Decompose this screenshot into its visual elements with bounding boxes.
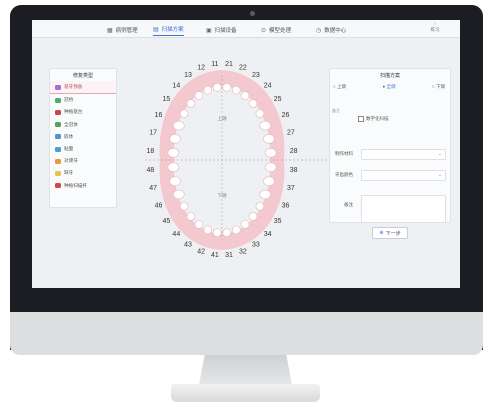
radio-label: 上颌 <box>336 84 346 89</box>
tooth-number: 44 <box>172 231 180 238</box>
note-textarea[interactable] <box>361 195 446 223</box>
monitor-chin <box>10 312 483 355</box>
tooth-number: 18 <box>146 148 154 155</box>
tooth[interactable] <box>203 85 213 95</box>
tooth[interactable] <box>222 83 232 92</box>
tooth[interactable] <box>255 109 265 118</box>
webcam-dot <box>250 11 255 16</box>
tooth[interactable] <box>222 228 232 237</box>
note-label: 备注 <box>344 202 353 207</box>
tooth-number: 32 <box>239 248 247 255</box>
lower-jaw-label: 下颌 <box>218 192 227 199</box>
radio-label: 全颌 <box>386 84 396 89</box>
tooth-number: 14 <box>172 83 180 90</box>
radio-full[interactable]: ● 全颌 <box>383 84 396 90</box>
tooth-number: 31 <box>225 252 233 259</box>
tooth-number: 23 <box>252 72 260 79</box>
tooth[interactable] <box>186 99 196 108</box>
tooth-number: 37 <box>287 185 295 192</box>
radio-label: 下颌 <box>436 84 445 89</box>
color-label: 牙齿颜色 <box>335 172 353 177</box>
jaw-radio-group: ○ 上颌 ● 全颌 ○ 下颌 <box>333 84 445 90</box>
tooth[interactable] <box>240 220 250 229</box>
tooth[interactable] <box>263 176 275 186</box>
tooth-number: 13 <box>184 72 192 79</box>
tooth-number: 25 <box>274 96 282 103</box>
tooth-number: 41 <box>211 252 219 259</box>
section-label: 备注 <box>332 108 340 113</box>
tooth-number: 45 <box>162 218 170 225</box>
tooth-number: 27 <box>287 129 295 136</box>
tooth-number: 26 <box>282 112 290 119</box>
tooth[interactable] <box>194 220 204 229</box>
tooth[interactable] <box>169 134 181 144</box>
tooth-number: 16 <box>155 112 163 119</box>
next-step-button[interactable]: ⊕ 下一步 <box>372 227 408 239</box>
tooth-number: 43 <box>184 241 192 248</box>
tooth-number: 33 <box>252 241 260 248</box>
tooth[interactable] <box>255 202 265 211</box>
tooth[interactable] <box>179 109 189 118</box>
tooth[interactable] <box>259 189 272 200</box>
tooth[interactable] <box>240 91 250 100</box>
tooth-number: 24 <box>264 83 272 90</box>
material-label: 制作材料 <box>335 151 353 156</box>
monitor-stand-base <box>171 384 320 402</box>
digital-scan-checkbox[interactable]: 数字化扫描 <box>358 116 389 122</box>
arrow-right-circle-icon: ⊕ <box>379 230 384 236</box>
tooth-number: 21 <box>225 61 233 68</box>
tooth[interactable] <box>231 225 241 235</box>
app-screen: ▦ 病例管理 ▤ 扫描方案 ▣ 扫描设备 ⊙ 模型处理 ◷ 数据中心 ○ 练习 … <box>32 20 460 288</box>
tooth-number: 47 <box>149 185 157 192</box>
next-button-label: 下一步 <box>385 230 401 237</box>
tooth-number: 42 <box>197 248 205 255</box>
tooth[interactable] <box>167 162 180 172</box>
tooth[interactable] <box>169 176 181 186</box>
chevron-down-icon: ⌄ <box>437 172 442 178</box>
checkbox-label: 数字化扫描 <box>366 116 389 121</box>
monitor-stand-neck <box>199 355 292 385</box>
tooth-number: 48 <box>146 167 154 174</box>
tooth[interactable] <box>212 83 222 92</box>
tooth-number: 34 <box>264 231 272 238</box>
checkbox-box[interactable] <box>358 116 364 122</box>
tooth-number: 11 <box>211 61 218 68</box>
tooth[interactable] <box>248 212 258 221</box>
tooth[interactable] <box>186 212 196 221</box>
tooth[interactable] <box>172 120 185 131</box>
tooth[interactable] <box>212 228 222 237</box>
tooth-number: 38 <box>290 167 298 174</box>
tooth-number: 15 <box>162 96 170 103</box>
panel-title: 扫描方案 <box>379 73 400 79</box>
tooth-number: 17 <box>149 129 157 136</box>
tooth-number: 12 <box>197 65 205 72</box>
tooth[interactable] <box>263 134 275 144</box>
tooth[interactable] <box>194 91 204 100</box>
radio-lower[interactable]: ○ 下颌 <box>432 84 445 90</box>
tooth-number: 36 <box>282 202 290 209</box>
material-select[interactable]: ⌄ <box>361 149 446 160</box>
tooth[interactable] <box>172 189 185 200</box>
color-select[interactable]: ⌄ <box>361 170 446 181</box>
tooth[interactable] <box>264 148 277 158</box>
tooth[interactable] <box>248 99 258 108</box>
radio-upper[interactable]: ○ 上颌 <box>333 84 346 90</box>
tooth[interactable] <box>203 225 213 235</box>
scan-plan-panel: 扫描方案 ○ 上颌 ● 全颌 ○ 下颌 备注 数字化扫描 制作材料 ⌄ 牙齿颜色… <box>329 68 451 239</box>
tooth-number: 22 <box>239 65 247 72</box>
chevron-down-icon: ⌄ <box>437 151 442 157</box>
tooth-number: 28 <box>290 148 298 155</box>
tooth[interactable] <box>259 120 272 131</box>
tooth-number: 35 <box>274 218 282 225</box>
tooth-number: 46 <box>155 202 163 209</box>
tooth[interactable] <box>264 162 277 172</box>
tooth[interactable] <box>179 202 189 211</box>
upper-jaw-label: 上颌 <box>218 115 227 122</box>
tooth[interactable] <box>167 148 180 158</box>
tooth[interactable] <box>231 85 241 95</box>
